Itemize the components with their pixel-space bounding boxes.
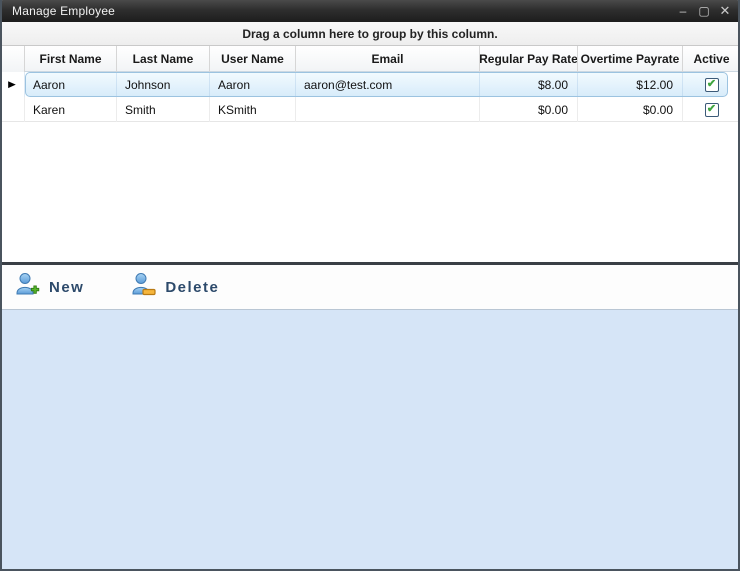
new-button[interactable]: New bbox=[14, 271, 84, 303]
selected-row-arrow-icon: ▶ bbox=[8, 80, 16, 90]
column-header-overtime-payrate[interactable]: Overtime Payrate bbox=[578, 46, 683, 72]
column-header-regular-pay-rate[interactable]: Regular Pay Rate bbox=[480, 46, 578, 72]
window-title: Manage Employee bbox=[12, 4, 115, 18]
cell-overtime-payrate: $12.00 bbox=[578, 72, 683, 97]
delete-button-label: Delete bbox=[165, 279, 219, 296]
cell-overtime-payrate: $0.00 bbox=[578, 97, 683, 122]
check-icon: ✔ bbox=[707, 104, 716, 115]
close-icon[interactable]: ✕ bbox=[718, 2, 732, 20]
cell-first-name: Karen bbox=[25, 97, 117, 122]
cell-email bbox=[296, 97, 480, 122]
cell-last-name: Johnson bbox=[117, 72, 210, 97]
cell-regular-pay-rate: $0.00 bbox=[480, 97, 578, 122]
person-add-icon bbox=[14, 271, 41, 303]
grid-header: First Name Last Name User Name Email Reg… bbox=[0, 46, 740, 72]
titlebar: Manage Employee – ▢ ✕ bbox=[0, 0, 740, 22]
column-header-email[interactable]: Email bbox=[296, 46, 480, 72]
employee-form: First Name: Last Name: User Name: Passwo… bbox=[0, 310, 740, 569]
cell-email: aaron@test.com bbox=[296, 72, 480, 97]
cell-first-name: Aaron bbox=[25, 72, 117, 97]
delete-button[interactable]: Delete bbox=[130, 271, 219, 303]
minimize-icon[interactable]: – bbox=[676, 2, 690, 20]
grid-empty-area bbox=[0, 122, 740, 262]
manage-employee-window: Manage Employee – ▢ ✕ Drag a column here… bbox=[0, 0, 740, 571]
table-row-karen[interactable]: Karen Smith KSmith $0.00 $0.00 ✔ bbox=[0, 97, 740, 122]
cell-last-name: Smith bbox=[117, 97, 210, 122]
active-checkbox[interactable]: ✔ bbox=[705, 103, 719, 117]
check-icon: ✔ bbox=[707, 79, 716, 90]
toolbar: New Delete bbox=[0, 265, 740, 310]
cell-regular-pay-rate: $8.00 bbox=[480, 72, 578, 97]
column-header-first-name[interactable]: First Name bbox=[25, 46, 117, 72]
cell-user-name: Aaron bbox=[210, 72, 296, 97]
column-header-user-name[interactable]: User Name bbox=[210, 46, 296, 72]
table-row-aaron[interactable]: ▶ Aaron Johnson Aaron aaron@test.com $8.… bbox=[0, 72, 740, 97]
person-remove-icon bbox=[130, 271, 157, 303]
column-header-active[interactable]: Active bbox=[683, 46, 740, 72]
maximize-icon[interactable]: ▢ bbox=[697, 2, 711, 20]
cell-user-name: KSmith bbox=[210, 97, 296, 122]
active-checkbox[interactable]: ✔ bbox=[705, 78, 719, 92]
group-by-bar[interactable]: Drag a column here to group by this colu… bbox=[0, 22, 740, 46]
row-indicator-header bbox=[0, 46, 25, 72]
column-header-last-name[interactable]: Last Name bbox=[117, 46, 210, 72]
new-button-label: New bbox=[49, 279, 84, 296]
